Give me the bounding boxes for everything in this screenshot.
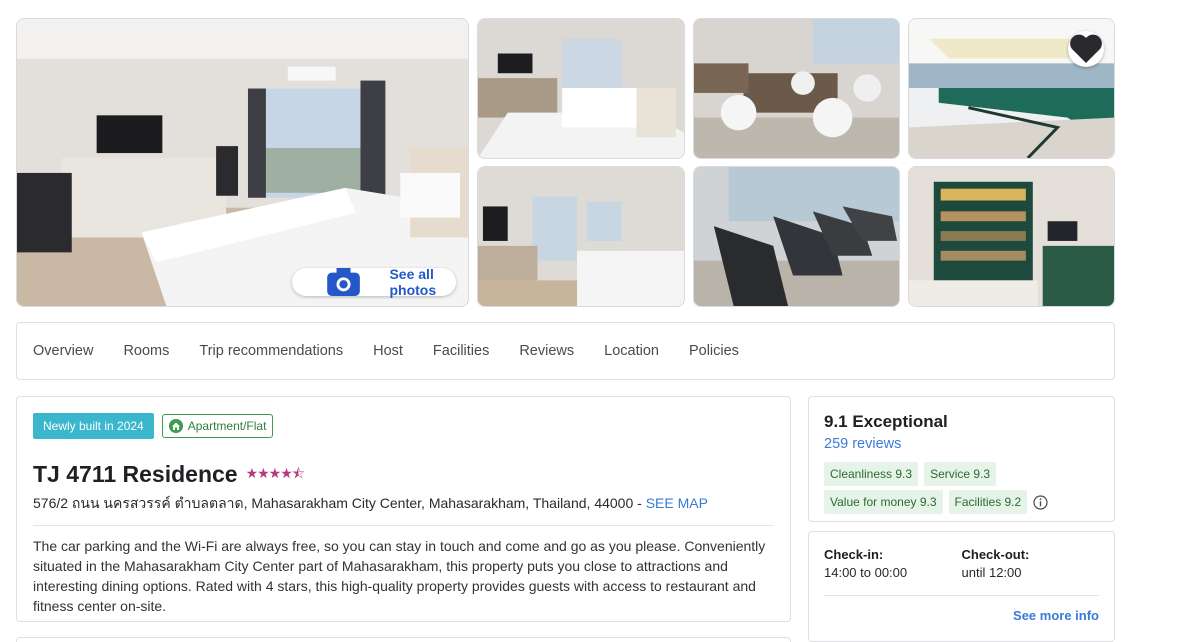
checkin-time: 14:00 to 00:00 [824,565,908,580]
see-all-photos-button[interactable]: See all photos [292,266,456,298]
checkout-time: until 12:00 [961,565,1022,580]
divider [33,525,774,526]
favorite-button[interactable] [1068,31,1104,67]
subscore-chips: Cleanliness 9.3 Service 9.3 Value for mo… [824,462,1114,514]
review-score-card: 9.1 Exceptional 259 reviews Cleanliness … [808,396,1115,522]
room-photo-2[interactable] [477,18,685,159]
checkin-card: Check-in: 14:00 to 00:00 Check-out: unti… [808,531,1115,642]
subscore-service: Service 9.3 [924,462,997,486]
lounge-photo[interactable] [908,18,1115,159]
tab-trip-recommendations[interactable]: Trip recommendations [199,343,343,359]
tab-host[interactable]: Host [373,343,403,359]
tab-reviews[interactable]: Reviews [519,343,574,359]
tab-facilities[interactable]: Facilities [433,343,489,359]
tab-policies[interactable]: Policies [689,343,739,359]
see-map-link[interactable]: SEE MAP [646,495,708,511]
property-name: TJ 4711 Residence [33,461,238,487]
see-more-info-link[interactable]: See more info [824,608,1099,623]
tab-location[interactable]: Location [604,343,659,359]
section-tabs: Overview Rooms Trip recommendations Host… [16,322,1115,380]
room-photo-3[interactable] [477,166,685,307]
next-section-card [16,637,791,642]
property-description: The car parking and the Wi-Fi are always… [33,538,766,614]
subscore-value: Value for money 9.3 [824,490,943,514]
home-icon [168,419,183,433]
dining-hall-photo[interactable] [693,18,900,159]
checkin-label: Check-in: [824,547,884,562]
address-text: 576/2 ถนน นครสวรรค์ ตำบลตลาด, Mahasarakh… [33,495,646,511]
divider [824,595,1099,596]
property-overview-card: Newly built in 2024 Apartment/Flat TJ 47… [16,396,791,622]
newly-built-badge: Newly built in 2024 [33,413,154,439]
property-address: 576/2 ถนน นครสวรรค์ ตำบลตลาด, Mahasarakh… [33,493,774,515]
photo-gallery: See all photos [16,18,1115,307]
info-icon[interactable] [1033,494,1048,510]
subscore-cleanliness: Cleanliness 9.3 [824,462,919,486]
camera-icon [327,268,361,296]
review-score: 9.1 Exceptional [824,412,948,431]
breadcrumb [16,0,1116,4]
main-room-photo[interactable]: See all photos [16,18,469,307]
reviews-count-link[interactable]: 259 reviews [824,436,1099,452]
see-all-photos-label: See all photos [389,266,437,298]
heart-icon [1070,34,1102,63]
tab-overview[interactable]: Overview [33,343,93,359]
fitness-center-photo[interactable] [693,166,900,307]
star-rating: ★★★★⯪ [245,464,305,481]
property-type-label: Apartment/Flat [187,419,267,433]
checkout-label: Check-out: [961,547,1030,562]
restaurant-photo[interactable] [908,166,1115,307]
tab-rooms[interactable]: Rooms [123,343,169,359]
subscore-facilities: Facilities 9.2 [948,490,1028,514]
property-type-badge: Apartment/Flat [161,414,274,438]
